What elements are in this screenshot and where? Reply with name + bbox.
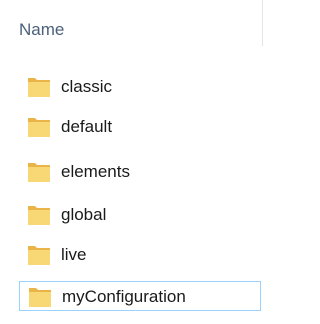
folder-icon [28,118,50,137]
folder-item-elements[interactable]: elements [19,157,261,187]
file-explorer-panel: Name classic default elements global liv… [0,0,263,324]
folder-item-live[interactable]: live [19,240,261,270]
folder-item-classic[interactable]: classic [19,72,261,102]
folder-label: global [61,205,107,224]
folder-label: myConfiguration [62,287,186,306]
folder-label: live [61,245,87,264]
folder-item-global[interactable]: global [19,200,261,230]
folder-list: classic default elements global live myC… [0,0,263,324]
folder-icon [28,78,50,97]
folder-label: elements [61,162,130,181]
folder-label: classic [61,77,113,96]
folder-icon [28,163,50,182]
folder-label: default [61,117,113,136]
folder-icon [28,206,50,225]
folder-item-myconfiguration[interactable]: myConfiguration [19,281,261,311]
folder-icon [29,288,51,307]
folder-item-default[interactable]: default [19,112,261,142]
folder-icon [28,246,50,265]
